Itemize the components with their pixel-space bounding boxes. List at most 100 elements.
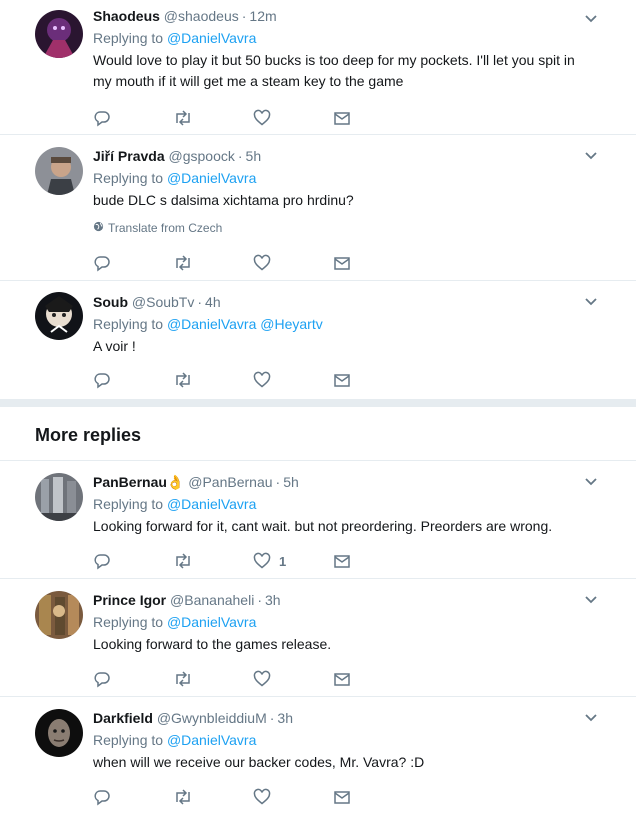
tweet-text: bude DLC s dalsima xichtama pro hrdinu? [93, 192, 354, 208]
dm-button[interactable] [333, 669, 413, 689]
mention-link[interactable]: @DanielVavra [167, 30, 256, 46]
retweet-button[interactable] [173, 787, 253, 807]
translate-label[interactable]: Translate from Czech [108, 221, 222, 235]
dm-button[interactable] [333, 551, 413, 571]
reply-icon [93, 254, 111, 272]
more-replies-heading: More replies [0, 407, 636, 461]
mention-link[interactable]: @DanielVavra [167, 496, 256, 512]
dot-separator: · [275, 474, 281, 490]
dm-button[interactable] [333, 108, 413, 128]
reply-button[interactable] [93, 787, 173, 807]
like-button[interactable] [253, 370, 333, 390]
chevron-down-icon[interactable] [584, 149, 598, 163]
username[interactable]: @shaodeus [164, 8, 239, 24]
avatar[interactable] [35, 292, 83, 340]
tweet[interactable]: Prince Igor @Bananaheli · 3h Replying to @… [0, 579, 636, 697]
retweet-icon [173, 109, 193, 127]
reply-button[interactable] [93, 108, 173, 128]
username[interactable]: @gspoock [169, 148, 235, 164]
like-button[interactable]: 1 [253, 551, 333, 571]
replying-to: Replying to @DanielVavra [93, 169, 596, 188]
reply-icon [93, 552, 111, 570]
mention-link[interactable]: @DanielVavra [167, 316, 256, 332]
replying-label: Replying to [93, 30, 164, 46]
tweet[interactable]: Jiří Pravda @gspoock · 5h Replying to @Dan… [0, 135, 636, 281]
replying-to: Replying to @DanielVavra [93, 731, 596, 750]
chevron-down-icon[interactable] [584, 593, 598, 607]
tweet-text: when will we receive our backer codes, M… [93, 754, 425, 770]
timestamp[interactable]: 3h [265, 592, 281, 608]
envelope-icon [333, 670, 351, 688]
mention-link[interactable]: @DanielVavra [167, 614, 256, 630]
translate-link[interactable]: Translate from Czech [93, 221, 596, 235]
tweet-actions [93, 669, 413, 689]
display-name[interactable]: Darkfield [93, 710, 153, 726]
avatar[interactable] [35, 473, 83, 521]
username[interactable]: @SoubTv [132, 294, 194, 310]
reply-button[interactable] [93, 370, 173, 390]
dot-separator: · [237, 148, 243, 164]
heart-icon [253, 109, 271, 127]
retweet-icon [173, 788, 193, 806]
timestamp[interactable]: 5h [246, 148, 262, 164]
tweet[interactable]: Soub @SoubTv · 4h Replying to @DanielVavra… [0, 281, 636, 399]
timestamp[interactable]: 5h [283, 474, 299, 490]
tweet-text: Looking forward for it, cant wait. but n… [93, 518, 553, 534]
replying-to: Replying to @DanielVavra [93, 495, 596, 514]
display-name[interactable]: Prince Igor [93, 592, 166, 608]
tweet-text: Looking forward to the games release. [93, 636, 332, 652]
reply-icon [93, 788, 111, 806]
timestamp[interactable]: 12m [249, 8, 276, 24]
retweet-button[interactable] [173, 669, 253, 689]
dm-button[interactable] [333, 787, 413, 807]
tweet-header: Shaodeus @shaodeus · 12m [93, 7, 596, 26]
username[interactable]: @PanBernau [188, 474, 272, 490]
tweet[interactable]: Darkfield @GwynbleiddiuM · 3h Replying to … [0, 697, 636, 817]
like-button[interactable] [253, 669, 333, 689]
replying-label: Replying to [93, 316, 164, 332]
chevron-down-icon[interactable] [584, 475, 598, 489]
section-separator [0, 399, 636, 407]
avatar[interactable] [35, 591, 83, 639]
envelope-icon [333, 552, 351, 570]
replying-to: Replying to @DanielVavra @Heyartv [93, 315, 596, 334]
mention-link[interactable]: @DanielVavra [167, 170, 256, 186]
tweet-actions [93, 253, 413, 273]
username[interactable]: @GwynbleiddiuM [157, 710, 267, 726]
mention-link[interactable]: @DanielVavra [167, 732, 256, 748]
avatar[interactable] [35, 10, 83, 58]
dm-button[interactable] [333, 370, 413, 390]
username[interactable]: @Bananaheli [170, 592, 254, 608]
retweet-icon [173, 670, 193, 688]
replying-label: Replying to [93, 614, 164, 630]
reply-button[interactable] [93, 551, 173, 571]
chevron-down-icon[interactable] [584, 711, 598, 725]
dm-button[interactable] [333, 253, 413, 273]
display-name[interactable]: Soub [93, 294, 128, 310]
avatar[interactable] [35, 709, 83, 757]
tweet[interactable]: Shaodeus @shaodeus · 12m Replying to @Dani… [0, 0, 636, 135]
mention-link[interactable]: @Heyartv [260, 316, 322, 332]
like-button[interactable] [253, 787, 333, 807]
retweet-button[interactable] [173, 108, 253, 128]
replying-to: Replying to @DanielVavra [93, 29, 596, 48]
tweet-header: Prince Igor @Bananaheli · 3h [93, 591, 596, 610]
chevron-down-icon[interactable] [584, 12, 598, 26]
retweet-button[interactable] [173, 551, 253, 571]
replying-to: Replying to @DanielVavra [93, 613, 596, 632]
retweet-icon [173, 254, 193, 272]
retweet-button[interactable] [173, 370, 253, 390]
display-name[interactable]: Shaodeus [93, 8, 160, 24]
avatar[interactable] [35, 147, 83, 195]
reply-button[interactable] [93, 253, 173, 273]
retweet-button[interactable] [173, 253, 253, 273]
like-button[interactable] [253, 253, 333, 273]
chevron-down-icon[interactable] [584, 295, 598, 309]
reply-button[interactable] [93, 669, 173, 689]
display-name[interactable]: Jiří Pravda [93, 148, 165, 164]
timestamp[interactable]: 4h [205, 294, 221, 310]
tweet[interactable]: PanBernau👌 @PanBernau · 5h Replying to @Da… [0, 461, 636, 579]
display-name[interactable]: PanBernau [93, 474, 167, 490]
timestamp[interactable]: 3h [277, 710, 293, 726]
like-button[interactable] [253, 108, 333, 128]
